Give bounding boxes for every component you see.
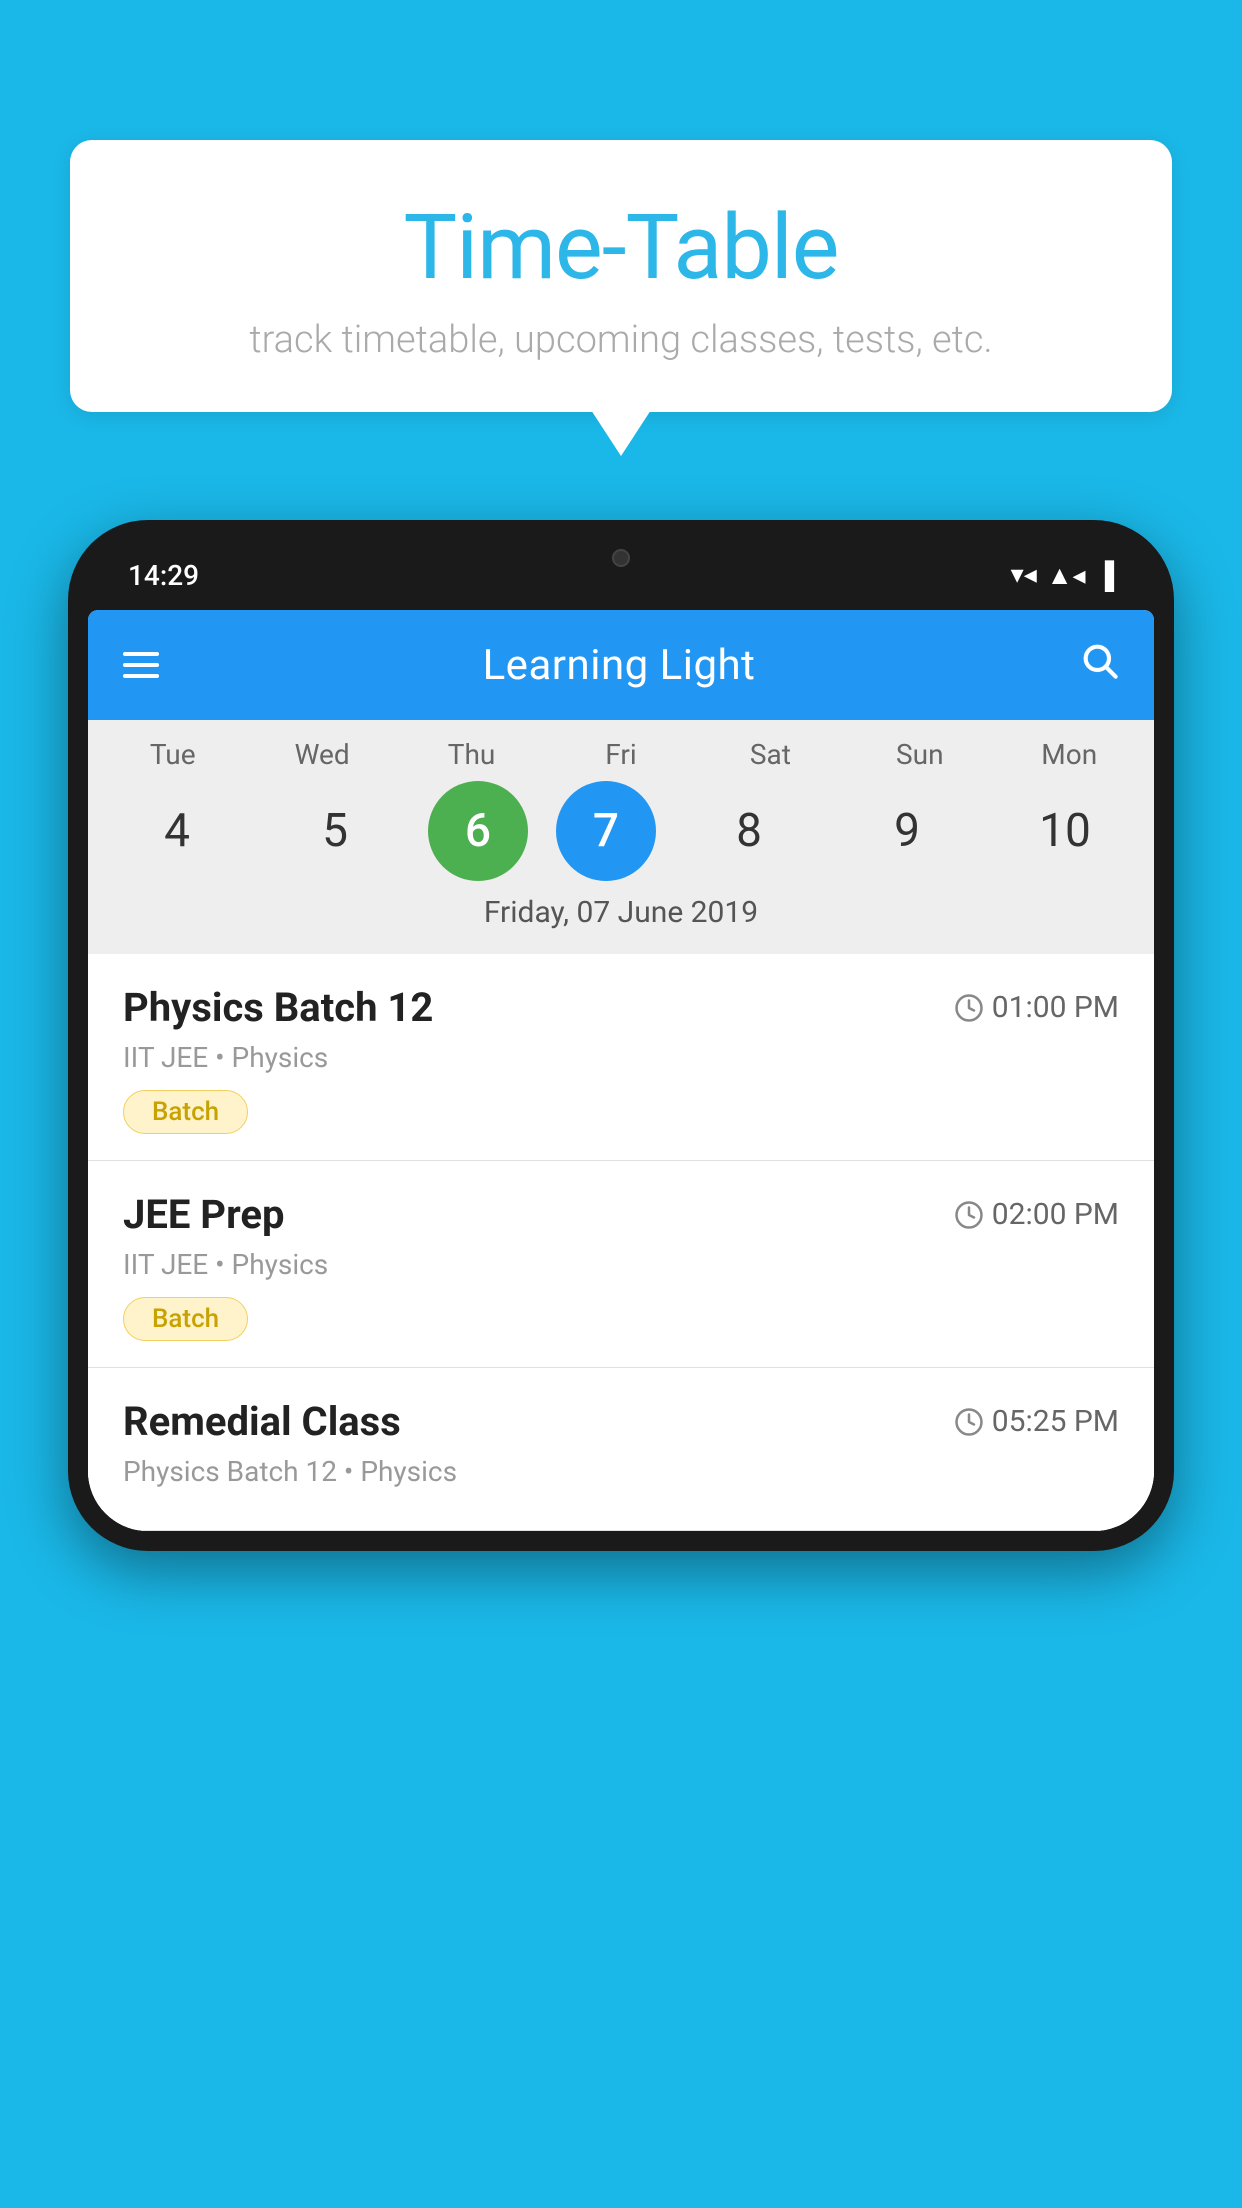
day-label-wed: Wed <box>257 738 387 771</box>
wifi-icon: ▾◂ <box>1011 560 1037 590</box>
schedule-item-3-header: Remedial Class 05:25 PM <box>123 1398 1119 1445</box>
calendar-strip: Tue Wed Thu Fri Sat Sun Mon 4 5 6 7 8 9 … <box>88 720 1154 954</box>
schedule-item-1-title: Physics Batch 12 <box>123 984 433 1031</box>
schedule-item-2-time: 02:00 PM <box>954 1197 1119 1232</box>
day-label-sun: Sun <box>855 738 985 771</box>
feature-subtitle: track timetable, upcoming classes, tests… <box>130 318 1112 362</box>
speech-bubble-card: Time-Table track timetable, upcoming cla… <box>70 140 1172 412</box>
clock-icon-2 <box>954 1200 984 1230</box>
schedule-item-1-subtitle: IIT JEE • Physics <box>123 1041 1119 1074</box>
schedule-item-3-subtitle: Physics Batch 12 • Physics <box>123 1455 1119 1488</box>
day-number-8[interactable]: 8 <box>684 781 814 881</box>
schedule-item-1-time: 01:00 PM <box>954 990 1119 1025</box>
day-label-tue: Tue <box>108 738 238 771</box>
day-headers: Tue Wed Thu Fri Sat Sun Mon <box>88 738 1154 771</box>
camera-dot <box>612 549 630 567</box>
search-button[interactable] <box>1079 640 1119 690</box>
schedule-item-1[interactable]: Physics Batch 12 01:00 PM IIT JEE • Phys… <box>88 954 1154 1161</box>
phone-screen: Learning Light Tue Wed Thu Fri Sat Sun <box>88 610 1154 1531</box>
hamburger-line-1 <box>123 652 159 656</box>
day-label-thu: Thu <box>407 738 537 771</box>
schedule-item-2[interactable]: JEE Prep 02:00 PM IIT JEE • Physics Batc… <box>88 1161 1154 1368</box>
phone-frame: 14:29 ▾◂ ▲◂ ▐ Learning Light <box>68 520 1174 1551</box>
day-label-mon: Mon <box>1004 738 1134 771</box>
schedule-item-2-title: JEE Prep <box>123 1191 284 1238</box>
schedule-list: Physics Batch 12 01:00 PM IIT JEE • Phys… <box>88 954 1154 1531</box>
clock-icon-1 <box>954 993 984 1023</box>
app-title: Learning Light <box>483 641 756 690</box>
status-icons: ▾◂ ▲◂ ▐ <box>1011 560 1114 591</box>
status-bar: 14:29 ▾◂ ▲◂ ▐ <box>88 540 1154 610</box>
schedule-item-2-header: JEE Prep 02:00 PM <box>123 1191 1119 1238</box>
day-number-6-today[interactable]: 6 <box>428 781 528 881</box>
battery-icon: ▐ <box>1096 560 1114 591</box>
phone-notch <box>556 540 686 576</box>
schedule-item-3-time: 05:25 PM <box>954 1404 1119 1439</box>
schedule-item-1-tag: Batch <box>123 1090 248 1134</box>
phone-wrapper: 14:29 ▾◂ ▲◂ ▐ Learning Light <box>68 520 1174 2208</box>
status-time: 14:29 <box>128 559 199 592</box>
clock-icon-3 <box>954 1407 984 1437</box>
day-number-5[interactable]: 5 <box>270 781 400 881</box>
schedule-item-1-header: Physics Batch 12 01:00 PM <box>123 984 1119 1031</box>
hamburger-line-2 <box>123 663 159 667</box>
schedule-item-2-tag: Batch <box>123 1297 248 1341</box>
signal-icon: ▲◂ <box>1047 560 1086 591</box>
schedule-item-3[interactable]: Remedial Class 05:25 PM Physics Batch 12… <box>88 1368 1154 1531</box>
speech-bubble: Time-Table track timetable, upcoming cla… <box>70 140 1172 412</box>
day-numbers: 4 5 6 7 8 9 10 <box>88 781 1154 881</box>
day-number-7-selected[interactable]: 7 <box>556 781 656 881</box>
day-number-9[interactable]: 9 <box>842 781 972 881</box>
hamburger-line-3 <box>123 674 159 678</box>
menu-button[interactable] <box>123 652 159 678</box>
app-bar: Learning Light <box>88 610 1154 720</box>
feature-title: Time-Table <box>130 195 1112 300</box>
schedule-item-2-subtitle: IIT JEE • Physics <box>123 1248 1119 1281</box>
day-label-fri: Fri <box>556 738 686 771</box>
day-number-4[interactable]: 4 <box>112 781 242 881</box>
schedule-item-3-title: Remedial Class <box>123 1398 401 1445</box>
day-label-sat: Sat <box>705 738 835 771</box>
selected-date-label: Friday, 07 June 2019 <box>88 881 1154 946</box>
day-number-10[interactable]: 10 <box>1000 781 1130 881</box>
